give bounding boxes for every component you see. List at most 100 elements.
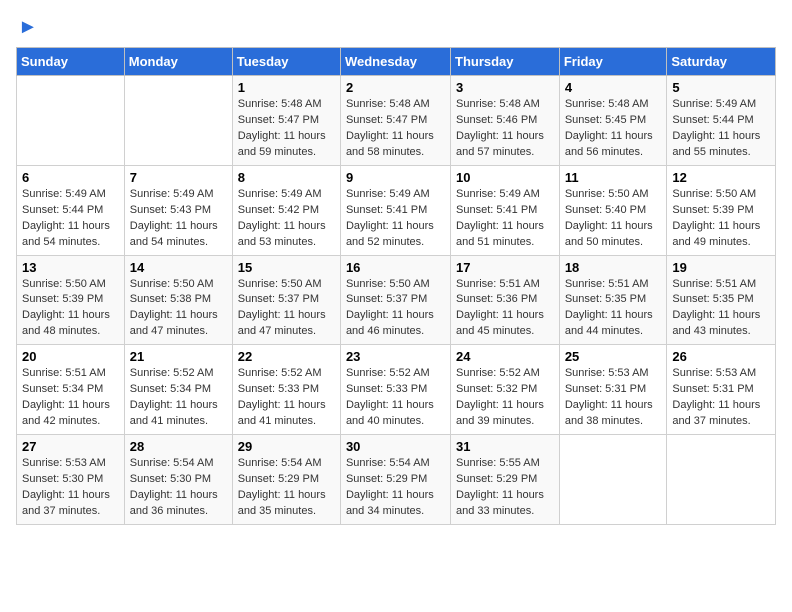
calendar-cell: 22 Sunrise: 5:52 AMSunset: 5:33 PMDayligh… [232, 345, 340, 435]
day-sun-info: Sunrise: 5:49 AMSunset: 5:41 PMDaylight:… [346, 187, 445, 251]
calendar-cell: 11Sunrise: 5:50 AMSunset: 5:40 PMDayligh… [559, 165, 667, 255]
day-sun-info: Sunrise: 5:55 AMSunset: 5:29 PMDaylight:… [456, 456, 554, 520]
calendar-cell [559, 435, 667, 525]
calendar-cell: 18 Sunrise: 5:51 AMSunset: 5:35 PMDayligh… [559, 255, 667, 345]
calendar-cell [124, 76, 232, 166]
day-sun-info: Sunrise: 5:50 AMSunset: 5:37 PMDaylight:… [238, 277, 335, 341]
day-number: 31 [456, 439, 554, 454]
calendar-cell [667, 435, 776, 525]
header-cell-wednesday: Wednesday [340, 48, 450, 76]
day-sun-info: Sunrise: 5:52 AMSunset: 5:34 PMDaylight:… [130, 366, 227, 430]
day-sun-info: Sunrise: 5:54 AMSunset: 5:29 PMDaylight:… [238, 456, 335, 520]
calendar-cell: 14 Sunrise: 5:50 AMSunset: 5:38 PMDayligh… [124, 255, 232, 345]
day-sun-info: Sunrise: 5:50 AMSunset: 5:38 PMDaylight:… [130, 277, 227, 341]
calendar-cell: 21 Sunrise: 5:52 AMSunset: 5:34 PMDayligh… [124, 345, 232, 435]
day-number: 13 [22, 260, 119, 275]
day-sun-info: Sunrise: 5:49 AMSunset: 5:43 PMDaylight:… [130, 187, 227, 251]
calendar-cell: 10Sunrise: 5:49 AMSunset: 5:41 PMDayligh… [451, 165, 560, 255]
day-number: 3 [456, 80, 554, 95]
day-sun-info: Sunrise: 5:53 AMSunset: 5:31 PMDaylight:… [672, 366, 770, 430]
day-number: 7 [130, 170, 227, 185]
day-number: 15 [238, 260, 335, 275]
calendar-cell: 9 Sunrise: 5:49 AMSunset: 5:41 PMDaylight… [340, 165, 450, 255]
page-header: ► [16, 16, 776, 35]
calendar-week-row: 20 Sunrise: 5:51 AMSunset: 5:34 PMDayligh… [17, 345, 776, 435]
day-number: 29 [238, 439, 335, 454]
logo-bird-icon: ► [18, 16, 38, 39]
day-sun-info: Sunrise: 5:52 AMSunset: 5:33 PMDaylight:… [346, 366, 445, 430]
day-sun-info: Sunrise: 5:52 AMSunset: 5:33 PMDaylight:… [238, 366, 335, 430]
day-number: 20 [22, 349, 119, 364]
day-sun-info: Sunrise: 5:53 AMSunset: 5:30 PMDaylight:… [22, 456, 119, 520]
day-number: 22 [238, 349, 335, 364]
calendar-cell: 17 Sunrise: 5:51 AMSunset: 5:36 PMDayligh… [451, 255, 560, 345]
calendar-cell: 2Sunrise: 5:48 AMSunset: 5:47 PMDaylight… [340, 76, 450, 166]
header-cell-monday: Monday [124, 48, 232, 76]
calendar-cell: 24 Sunrise: 5:52 AMSunset: 5:32 PMDayligh… [451, 345, 560, 435]
day-number: 17 [456, 260, 554, 275]
day-number: 1 [238, 80, 335, 95]
calendar-cell: 4 Sunrise: 5:48 AMSunset: 5:45 PMDaylight… [559, 76, 667, 166]
day-number: 18 [565, 260, 662, 275]
calendar-cell: 29 Sunrise: 5:54 AMSunset: 5:29 PMDayligh… [232, 435, 340, 525]
calendar-cell: 20 Sunrise: 5:51 AMSunset: 5:34 PMDayligh… [17, 345, 125, 435]
calendar-cell: 3 Sunrise: 5:48 AMSunset: 5:46 PMDaylight… [451, 76, 560, 166]
calendar-week-row: 6Sunrise: 5:49 AMSunset: 5:44 PMDaylight… [17, 165, 776, 255]
calendar-cell: 27 Sunrise: 5:53 AMSunset: 5:30 PMDayligh… [17, 435, 125, 525]
day-sun-info: Sunrise: 5:48 AMSunset: 5:47 PMDaylight:… [238, 97, 335, 161]
calendar-cell: 6Sunrise: 5:49 AMSunset: 5:44 PMDaylight… [17, 165, 125, 255]
calendar-cell: 30 Sunrise: 5:54 AMSunset: 5:29 PMDayligh… [340, 435, 450, 525]
calendar-cell: 13 Sunrise: 5:50 AMSunset: 5:39 PMDayligh… [17, 255, 125, 345]
day-number: 5 [672, 80, 770, 95]
calendar-cell: 26Sunrise: 5:53 AMSunset: 5:31 PMDayligh… [667, 345, 776, 435]
day-number: 24 [456, 349, 554, 364]
calendar-cell: 1 Sunrise: 5:48 AMSunset: 5:47 PMDaylight… [232, 76, 340, 166]
calendar-cell: 23 Sunrise: 5:52 AMSunset: 5:33 PMDayligh… [340, 345, 450, 435]
day-sun-info: Sunrise: 5:51 AMSunset: 5:34 PMDaylight:… [22, 366, 119, 430]
calendar-week-row: 1 Sunrise: 5:48 AMSunset: 5:47 PMDaylight… [17, 76, 776, 166]
day-number: 9 [346, 170, 445, 185]
header-row: SundayMondayTuesdayWednesdayThursdayFrid… [17, 48, 776, 76]
day-sun-info: Sunrise: 5:49 AMSunset: 5:42 PMDaylight:… [238, 187, 335, 251]
day-sun-info: Sunrise: 5:48 AMSunset: 5:45 PMDaylight:… [565, 97, 662, 161]
day-number: 2 [346, 80, 445, 95]
calendar-header: SundayMondayTuesdayWednesdayThursdayFrid… [17, 48, 776, 76]
day-number: 6 [22, 170, 119, 185]
day-sun-info: Sunrise: 5:54 AMSunset: 5:29 PMDaylight:… [346, 456, 445, 520]
calendar-cell: 7 Sunrise: 5:49 AMSunset: 5:43 PMDaylight… [124, 165, 232, 255]
header-cell-saturday: Saturday [667, 48, 776, 76]
day-number: 14 [130, 260, 227, 275]
calendar-cell [17, 76, 125, 166]
day-number: 8 [238, 170, 335, 185]
header-cell-sunday: Sunday [17, 48, 125, 76]
calendar-cell: 5Sunrise: 5:49 AMSunset: 5:44 PMDaylight… [667, 76, 776, 166]
calendar-week-row: 13 Sunrise: 5:50 AMSunset: 5:39 PMDayligh… [17, 255, 776, 345]
calendar-cell: 28Sunrise: 5:54 AMSunset: 5:30 PMDayligh… [124, 435, 232, 525]
day-sun-info: Sunrise: 5:51 AMSunset: 5:36 PMDaylight:… [456, 277, 554, 341]
day-sun-info: Sunrise: 5:51 AMSunset: 5:35 PMDaylight:… [672, 277, 770, 341]
calendar-cell: 15 Sunrise: 5:50 AMSunset: 5:37 PMDayligh… [232, 255, 340, 345]
day-sun-info: Sunrise: 5:50 AMSunset: 5:39 PMDaylight:… [672, 187, 770, 251]
day-sun-info: Sunrise: 5:52 AMSunset: 5:32 PMDaylight:… [456, 366, 554, 430]
calendar-week-row: 27 Sunrise: 5:53 AMSunset: 5:30 PMDayligh… [17, 435, 776, 525]
calendar-cell: 31 Sunrise: 5:55 AMSunset: 5:29 PMDayligh… [451, 435, 560, 525]
day-sun-info: Sunrise: 5:50 AMSunset: 5:37 PMDaylight:… [346, 277, 445, 341]
day-number: 4 [565, 80, 662, 95]
day-number: 30 [346, 439, 445, 454]
header-cell-thursday: Thursday [451, 48, 560, 76]
day-sun-info: Sunrise: 5:53 AMSunset: 5:31 PMDaylight:… [565, 366, 662, 430]
calendar-cell: 19Sunrise: 5:51 AMSunset: 5:35 PMDayligh… [667, 255, 776, 345]
day-number: 21 [130, 349, 227, 364]
calendar-cell: 12Sunrise: 5:50 AMSunset: 5:39 PMDayligh… [667, 165, 776, 255]
day-number: 23 [346, 349, 445, 364]
day-number: 27 [22, 439, 119, 454]
header-cell-friday: Friday [559, 48, 667, 76]
day-sun-info: Sunrise: 5:48 AMSunset: 5:46 PMDaylight:… [456, 97, 554, 161]
day-sun-info: Sunrise: 5:51 AMSunset: 5:35 PMDaylight:… [565, 277, 662, 341]
header-cell-tuesday: Tuesday [232, 48, 340, 76]
day-number: 25 [565, 349, 662, 364]
day-number: 16 [346, 260, 445, 275]
day-number: 28 [130, 439, 227, 454]
day-sun-info: Sunrise: 5:50 AMSunset: 5:39 PMDaylight:… [22, 277, 119, 341]
day-sun-info: Sunrise: 5:49 AMSunset: 5:41 PMDaylight:… [456, 187, 554, 251]
